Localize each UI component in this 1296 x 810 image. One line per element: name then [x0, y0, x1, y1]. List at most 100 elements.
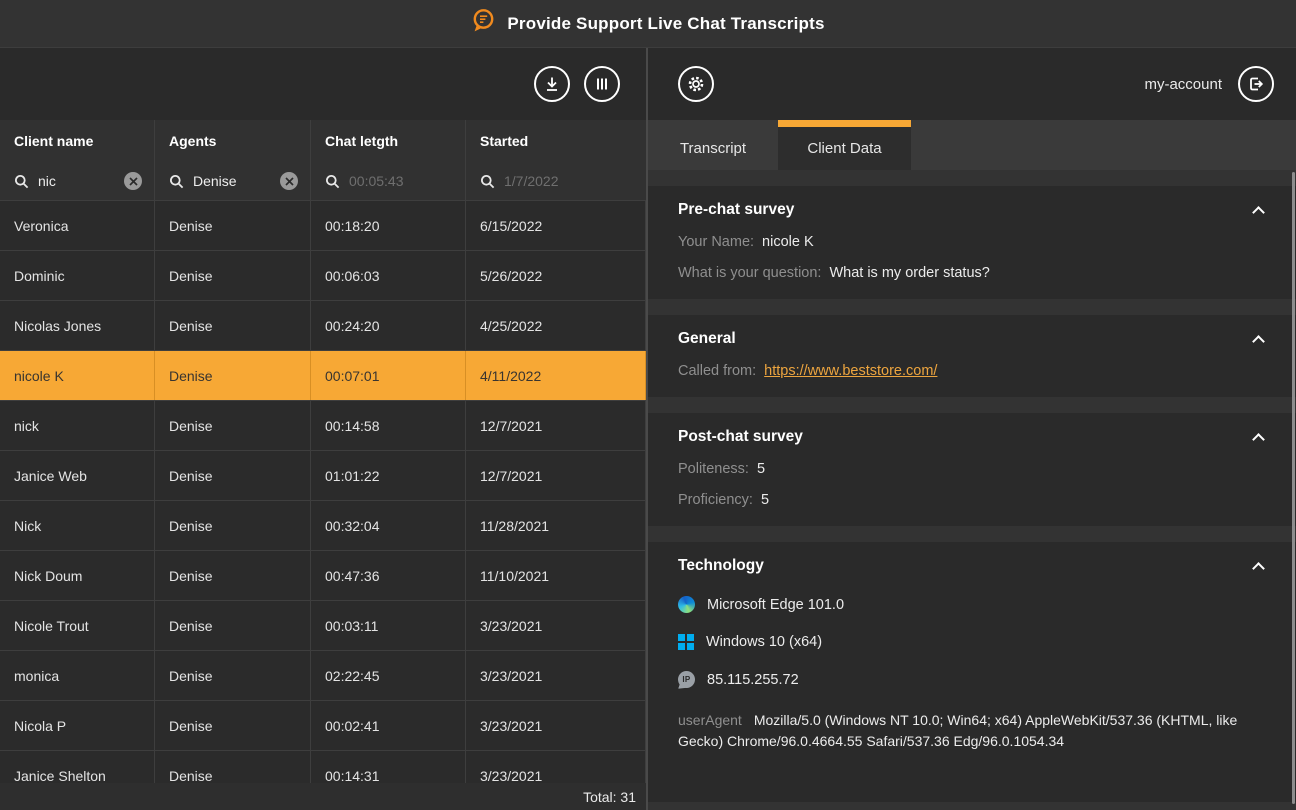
table-row[interactable]: Nicola P Denise 00:02:41 3/23/2021	[0, 701, 646, 751]
list-toolbar	[0, 48, 646, 120]
cell-client: monica	[0, 651, 155, 700]
app-window: Provide Support Live Chat Transcripts	[0, 0, 1296, 810]
useragent-row: userAgentMozilla/5.0 (Windows NT 10.0; W…	[678, 710, 1263, 752]
table-row[interactable]: Dominic Denise 00:06:03 5/26/2022	[0, 251, 646, 301]
field-label: Called from:	[678, 363, 756, 379]
client-name-filter-input[interactable]	[38, 173, 115, 189]
table-row[interactable]: Nicole Trout Denise 00:03:11 3/23/2021	[0, 601, 646, 651]
tech-os-label: Windows 10 (x64)	[706, 634, 822, 650]
logout-icon	[1246, 74, 1266, 94]
field-called-from: Called from: https://www.beststore.com/	[678, 363, 1266, 379]
section-title: Technology	[678, 557, 764, 575]
chevron-up-icon[interactable]	[1252, 206, 1265, 219]
table-row[interactable]: Nick Denise 00:32:04 11/28/2021	[0, 501, 646, 551]
section-title: General	[678, 330, 736, 348]
chevron-up-icon[interactable]	[1252, 562, 1265, 575]
chevron-up-icon[interactable]	[1252, 335, 1265, 348]
table-footer: Total: 31	[0, 783, 646, 810]
download-icon	[543, 75, 561, 93]
detail-tabs: Transcript Client Data	[648, 120, 1296, 170]
section-post-chat-survey: Post-chat survey Politeness:5 Proficienc…	[648, 413, 1296, 526]
table-row-selected[interactable]: nicole K Denise 00:07:01 4/11/2022	[0, 351, 646, 401]
cell-started: 6/15/2022	[466, 201, 646, 250]
columns-icon	[593, 75, 611, 93]
agents-filter-input[interactable]	[193, 173, 271, 189]
tab-transcript[interactable]: Transcript	[648, 120, 778, 170]
cell-length: 01:01:22	[311, 451, 466, 500]
cell-client: Nicola P	[0, 701, 155, 750]
table-row[interactable]: nick Denise 00:14:58 12/7/2021	[0, 401, 646, 451]
cell-agent: Denise	[155, 651, 311, 700]
field-your-name: Your Name:nicole K	[678, 234, 1266, 250]
cell-client: Nicolas Jones	[0, 301, 155, 350]
column-header-started[interactable]: Started	[466, 120, 646, 162]
section-technology: Technology Microsoft Edge 101.0 Windows …	[648, 542, 1296, 802]
search-icon	[169, 174, 184, 189]
chat-bubble-logo-icon	[471, 8, 497, 39]
cell-length: 00:03:11	[311, 601, 466, 650]
filter-cell-agents	[155, 162, 311, 200]
columns-button[interactable]	[584, 66, 620, 102]
cell-length: 00:18:20	[311, 201, 466, 250]
table-row[interactable]: Veronica Denise 00:18:20 6/15/2022	[0, 201, 646, 251]
tab-client-data-label: Client Data	[807, 140, 881, 157]
called-from-link[interactable]: https://www.beststore.com/	[764, 363, 937, 379]
cell-agent: Denise	[155, 601, 311, 650]
scrollbar[interactable]	[1292, 172, 1295, 804]
table-row[interactable]: Nick Doum Denise 00:47:36 11/10/2021	[0, 551, 646, 601]
windows-icon	[678, 634, 694, 650]
table-row[interactable]: Janice Web Denise 01:01:22 12/7/2021	[0, 451, 646, 501]
field-value: nicole K	[762, 234, 814, 250]
clear-client-filter-icon[interactable]	[124, 172, 142, 190]
column-header-agents[interactable]: Agents	[155, 120, 311, 162]
section-general: General Called from: https://www.beststor…	[648, 315, 1296, 397]
field-label: What is your question:	[678, 265, 821, 281]
cell-client: nick	[0, 401, 155, 450]
cell-client: nicole K	[0, 351, 155, 400]
settings-button[interactable]	[678, 66, 714, 102]
section-title: Pre-chat survey	[678, 201, 794, 219]
cell-client: Nick	[0, 501, 155, 550]
useragent-label: userAgent	[678, 712, 742, 728]
main-area: Client name Agents Chat letgth Started	[0, 48, 1296, 810]
field-politeness: Politeness:5	[678, 461, 1266, 477]
tab-transcript-label: Transcript	[680, 140, 746, 157]
cell-length: 00:07:01	[311, 351, 466, 400]
column-header-client-name[interactable]: Client name	[0, 120, 155, 162]
tab-client-data[interactable]: Client Data	[778, 120, 911, 170]
detail-toolbar: my-account	[648, 48, 1296, 120]
cell-length: 00:24:20	[311, 301, 466, 350]
cell-agent: Denise	[155, 451, 311, 500]
field-proficiency: Proficiency:5	[678, 492, 1266, 508]
table-header: Client name Agents Chat letgth Started	[0, 120, 646, 200]
field-value: 5	[757, 461, 765, 477]
account-area: my-account	[1144, 66, 1274, 102]
ip-pin-icon	[678, 671, 695, 688]
download-button[interactable]	[534, 66, 570, 102]
clear-agents-filter-icon[interactable]	[280, 172, 298, 190]
section-pre-chat-survey: Pre-chat survey Your Name:nicole K What …	[648, 186, 1296, 299]
tech-os: Windows 10 (x64)	[678, 634, 1266, 650]
cell-started: 5/26/2022	[466, 251, 646, 300]
column-header-chat-length[interactable]: Chat letgth	[311, 120, 466, 162]
cell-client: Veronica	[0, 201, 155, 250]
table-row[interactable]: Nicolas Jones Denise 00:24:20 4/25/2022	[0, 301, 646, 351]
table-row[interactable]: monica Denise 02:22:45 3/23/2021	[0, 651, 646, 701]
cell-length: 00:32:04	[311, 501, 466, 550]
logout-button[interactable]	[1238, 66, 1274, 102]
cell-started: 3/23/2021	[466, 651, 646, 700]
filter-cell-chat-length	[311, 162, 466, 200]
cell-started: 11/28/2021	[466, 501, 646, 550]
cell-client: Dominic	[0, 251, 155, 300]
cell-agent: Denise	[155, 351, 311, 400]
cell-client: Janice Web	[0, 451, 155, 500]
useragent-value: Mozilla/5.0 (Windows NT 10.0; Win64; x64…	[678, 712, 1237, 749]
field-label: Proficiency:	[678, 492, 753, 508]
section-title: Post-chat survey	[678, 428, 803, 446]
chevron-up-icon[interactable]	[1252, 433, 1265, 446]
chat-length-filter-input[interactable]	[349, 173, 453, 189]
cell-agent: Denise	[155, 301, 311, 350]
account-name: my-account	[1144, 76, 1222, 93]
transcripts-list-panel: Client name Agents Chat letgth Started	[0, 48, 646, 810]
cell-started: 4/11/2022	[466, 351, 646, 400]
